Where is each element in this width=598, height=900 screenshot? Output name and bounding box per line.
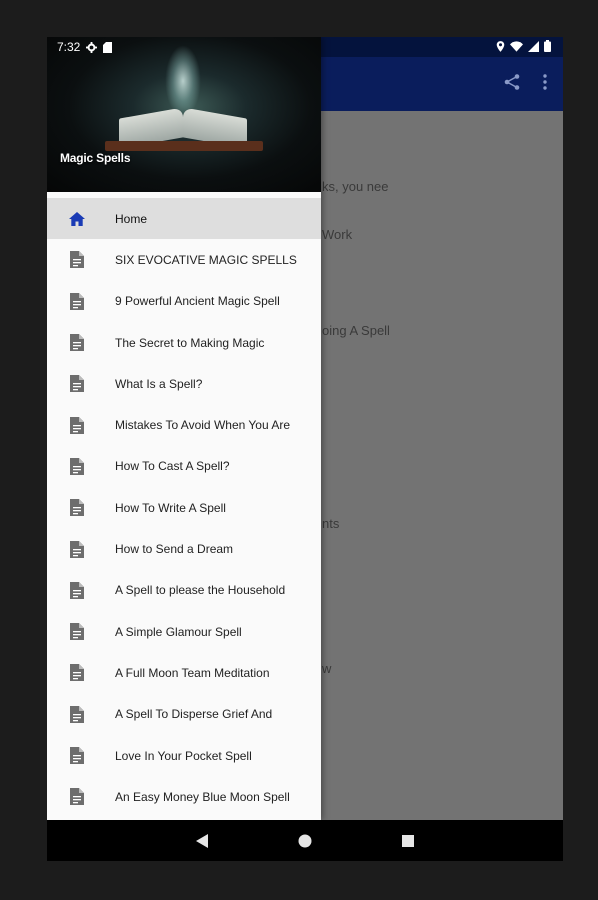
menu-item-article[interactable]: A Simple Glamour Spell	[47, 611, 321, 652]
document-icon	[68, 416, 86, 434]
status-icons	[496, 40, 551, 52]
background-text: ks, you nee	[322, 179, 389, 194]
more-options-icon[interactable]	[543, 74, 547, 90]
recents-icon[interactable]	[402, 834, 414, 847]
app-bar-actions	[503, 73, 547, 91]
menu-item-label: SIX EVOCATIVE MAGIC SPELLS	[115, 252, 297, 267]
book-cover	[105, 141, 263, 151]
status-time: 7:32	[57, 40, 81, 54]
document-icon	[68, 334, 86, 352]
background-text: w	[322, 661, 332, 676]
menu-item-article[interactable]: How To Write A Spell	[47, 487, 321, 528]
menu-item-label: Home	[115, 211, 148, 226]
document-icon	[68, 292, 86, 310]
menu-item-label: A Simple Glamour Spell	[115, 624, 242, 639]
menu-item-label: What Is a Spell?	[115, 376, 203, 391]
system-navigation-bar	[47, 820, 563, 861]
status-left: 7:32	[57, 40, 113, 54]
drawer-menu: Home SIX EVOCATIVE MAGIC SPELLS 9 Powerf…	[47, 198, 321, 817]
menu-item-article[interactable]: Love In Your Pocket Spell	[47, 735, 321, 776]
home-icon	[68, 210, 86, 228]
menu-item-article[interactable]: 9 Powerful Ancient Magic Spell	[47, 281, 321, 322]
menu-item-label: How to Send a Dream	[115, 542, 234, 557]
menu-item-article[interactable]: Mistakes To Avoid When You Are	[47, 404, 321, 445]
document-icon	[68, 457, 86, 475]
menu-item-article[interactable]: What Is a Spell?	[47, 363, 321, 404]
menu-item-article[interactable]: How to Send a Dream	[47, 528, 321, 569]
document-icon	[68, 747, 86, 765]
magic-swirl-image	[165, 45, 201, 117]
document-icon	[68, 540, 86, 558]
menu-item-article[interactable]: An Easy Money Blue Moon Spell	[47, 776, 321, 817]
battery-icon	[544, 40, 551, 52]
drawer-header: 7:32 Magic Spells	[47, 37, 321, 192]
menu-item-label: An Easy Money Blue Moon Spell	[115, 789, 290, 804]
document-icon	[68, 251, 86, 269]
document-icon	[68, 788, 86, 806]
document-icon	[68, 581, 86, 599]
device-screen: ks, you nee Work oing A Spell nts w 7:32…	[47, 37, 563, 861]
back-icon[interactable]	[196, 833, 208, 848]
menu-item-label: 9 Powerful Ancient Magic Spell	[115, 294, 280, 309]
menu-item-article[interactable]: A Spell To Disperse Grief And	[47, 694, 321, 735]
menu-item-article[interactable]: A Spell to please the Household	[47, 570, 321, 611]
background-text: oing A Spell	[322, 323, 390, 338]
share-icon[interactable]	[503, 73, 521, 91]
menu-item-label: Love In Your Pocket Spell	[115, 748, 252, 763]
menu-item-label: How To Write A Spell	[115, 500, 226, 515]
menu-item-label: Mistakes To Avoid When You Are	[115, 418, 291, 433]
location-icon	[496, 40, 505, 52]
background-text: nts	[322, 516, 340, 531]
signal-icon	[528, 40, 539, 52]
home-button-icon[interactable]	[298, 834, 312, 848]
document-icon	[68, 664, 86, 682]
menu-item-article[interactable]: The Secret to Making Magic	[47, 322, 321, 363]
menu-item-article[interactable]: SIX EVOCATIVE MAGIC SPELLS	[47, 239, 321, 280]
menu-item-label: The Secret to Making Magic	[115, 335, 265, 350]
sd-card-icon	[103, 41, 113, 53]
menu-item-home[interactable]: Home	[47, 198, 321, 240]
document-icon	[68, 705, 86, 723]
drawer-header-title: Magic Spells	[60, 151, 131, 165]
menu-item-label: A Spell to please the Household	[115, 583, 286, 598]
navigation-drawer: 7:32 Magic Spells Home SIX EVOCATIVE MAG…	[47, 37, 321, 820]
settings-icon	[86, 41, 98, 53]
menu-item-label: How To Cast A Spell?	[115, 459, 230, 474]
menu-item-article[interactable]: How To Cast A Spell?	[47, 446, 321, 487]
background-text: Work	[322, 227, 353, 242]
document-icon	[68, 499, 86, 517]
wifi-icon	[510, 40, 523, 52]
menu-item-label: A Full Moon Team Meditation	[115, 665, 270, 680]
menu-item-label: A Spell To Disperse Grief And	[115, 707, 273, 722]
menu-item-article[interactable]: A Full Moon Team Meditation	[47, 652, 321, 693]
document-icon	[68, 623, 86, 641]
document-icon	[68, 375, 86, 393]
